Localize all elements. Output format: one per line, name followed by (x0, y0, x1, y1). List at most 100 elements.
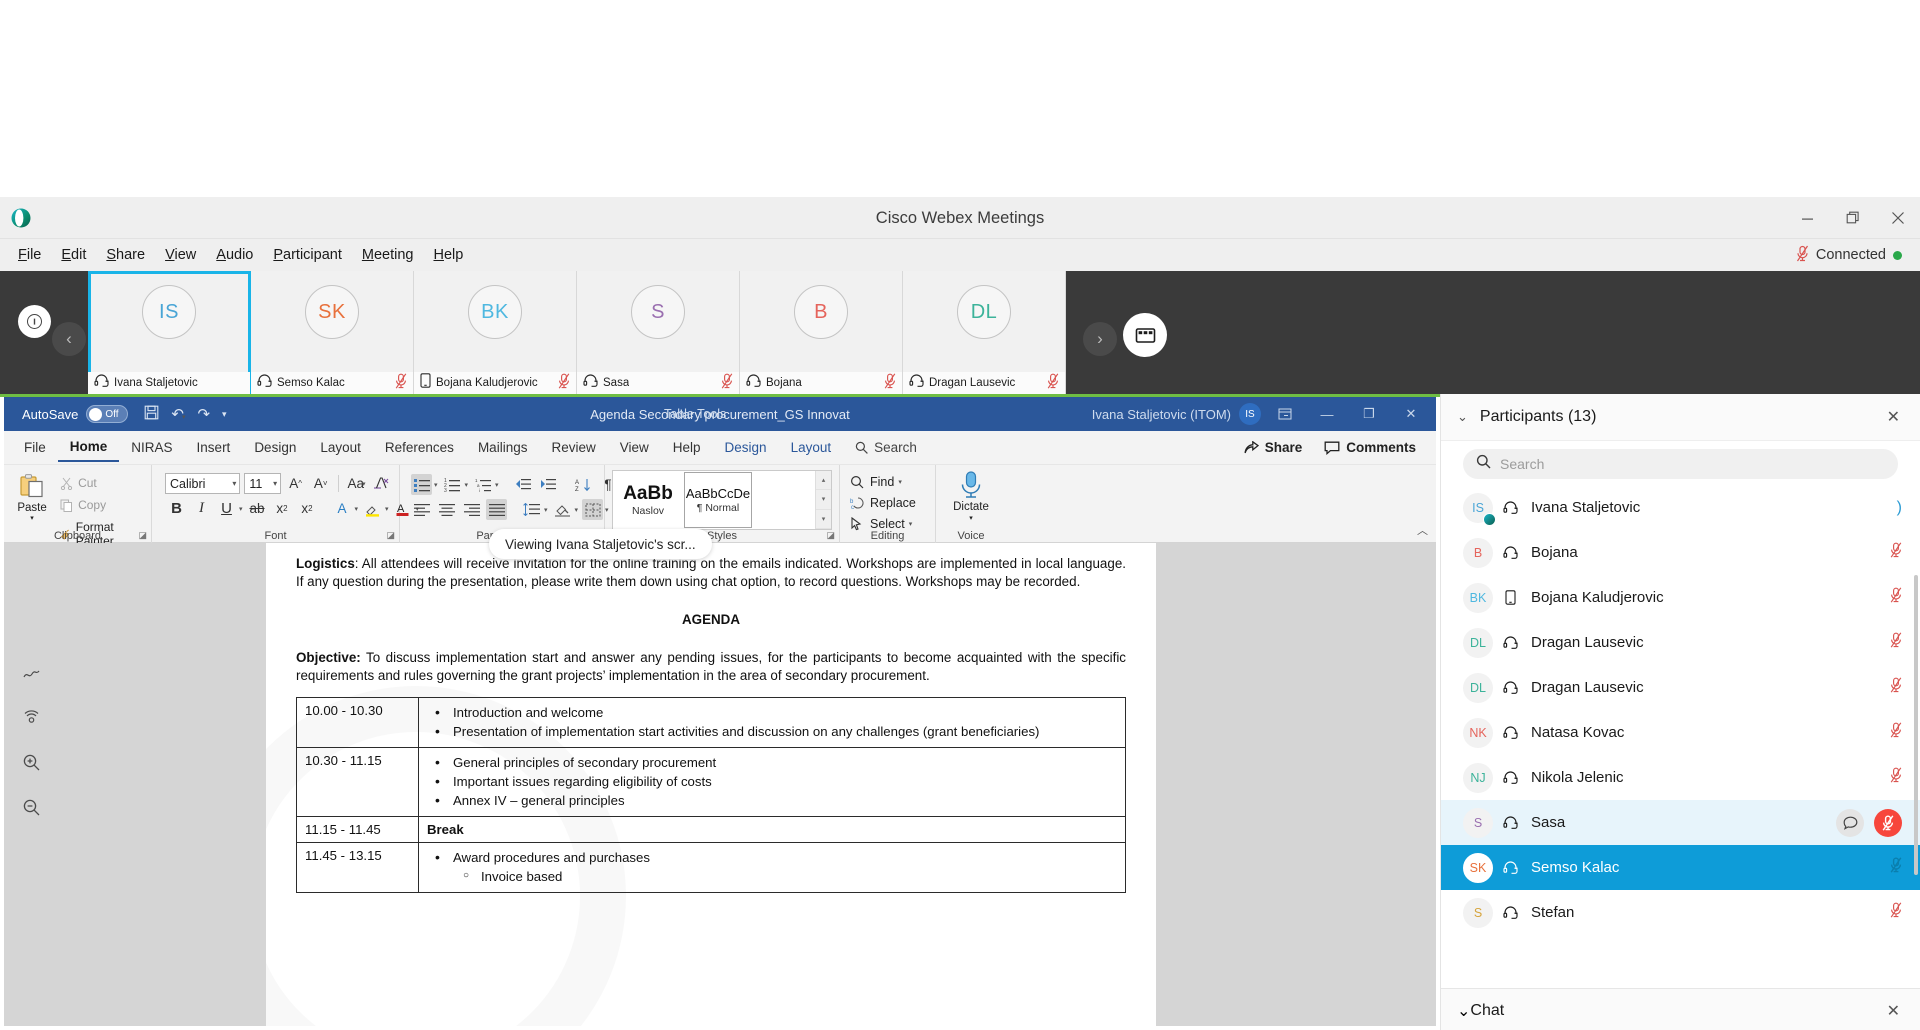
menu-share[interactable]: Share (96, 243, 155, 267)
word-tab-design[interactable]: Design (242, 434, 308, 461)
menu-meeting[interactable]: Meeting (352, 243, 424, 267)
align-center-icon[interactable] (436, 499, 457, 520)
participants-header[interactable]: ⌄ Participants (13) ✕ (1441, 394, 1920, 441)
word-tab-niras[interactable]: NIRAS (119, 434, 184, 461)
chat-chevron-down-icon[interactable]: ⌄ (1457, 1001, 1470, 1021)
filmstrip-thumb-sasa[interactable]: S Sasa (577, 271, 740, 394)
participant-row-bojana[interactable]: B Bojana (1441, 530, 1920, 575)
styles-dialog-launcher[interactable]: ◪ (826, 530, 835, 541)
word-context-tab-layout[interactable]: Layout (779, 434, 844, 461)
word-context-tab-design[interactable]: Design (713, 434, 779, 461)
bold-icon[interactable]: B (166, 498, 187, 519)
word-close-button[interactable]: ✕ (1390, 397, 1432, 431)
sharing-status-bubble[interactable]: Viewing Ivana Staljetovic's scr... (489, 529, 712, 559)
zoom-out-icon[interactable] (22, 798, 41, 822)
underline-dropdown-icon[interactable]: ▾ (239, 505, 243, 513)
participant-row-natasa-kovac[interactable]: NK Natasa Kovac (1441, 710, 1920, 755)
filmstrip-thumb-bojana[interactable]: B Bojana (740, 271, 903, 394)
participants-scrollbar[interactable] (1914, 575, 1918, 875)
autosave-toggle[interactable]: Off (86, 405, 129, 423)
dictate-button[interactable]: Dictate ▾ (943, 468, 999, 522)
filmstrip-thumb-semso-kalac[interactable]: SK Semso Kalac (251, 271, 414, 394)
participant-row-semso-kalac[interactable]: SK Semso Kalac (1441, 845, 1920, 890)
word-tab-view[interactable]: View (608, 434, 661, 461)
decrease-font-size-icon[interactable]: A ˅ (310, 473, 331, 494)
participant-row-stefan[interactable]: S Stefan (1441, 890, 1920, 935)
superscript-icon[interactable]: x2 (297, 498, 318, 519)
font-dialog-launcher[interactable]: ◪ (386, 530, 395, 541)
styles-more-icon[interactable]: ▾ (816, 509, 831, 529)
word-search-box[interactable]: Search (843, 434, 929, 461)
word-tab-references[interactable]: References (373, 434, 466, 461)
word-account-avatar[interactable]: IS (1239, 403, 1261, 425)
filmstrip-next-button[interactable]: › (1083, 322, 1117, 356)
styles-gallery[interactable]: AaBb Naslov AaBbCcDе ¶ Normal ▴ ▾ ▾ (612, 470, 832, 530)
menu-audio[interactable]: Audio (206, 243, 263, 267)
clipboard-dialog-launcher[interactable]: ◪ (138, 530, 147, 541)
change-case-icon[interactable]: Aa ▾ (346, 473, 367, 494)
cut-button[interactable]: Cut (57, 474, 144, 492)
maximize-restore-button[interactable] (1830, 197, 1875, 239)
word-tab-layout[interactable]: Layout (308, 434, 373, 461)
zoom-in-icon[interactable] (22, 753, 41, 777)
shading-icon[interactable] (552, 499, 573, 520)
save-icon[interactable] (144, 405, 159, 424)
style-tile-normal[interactable]: AaBbCcDе ¶ Normal (684, 472, 752, 528)
multilevel-list-icon[interactable]: 1ai (472, 474, 493, 495)
participants-search-box[interactable]: Search (1463, 449, 1898, 479)
filmstrip-prev-button[interactable]: ‹ (52, 322, 86, 356)
filmstrip-thumb-dragan-lausevic[interactable]: DL Dragan Lausevic (903, 271, 1066, 394)
ribbon-display-options-icon[interactable] (1264, 397, 1306, 431)
align-left-icon[interactable] (411, 499, 432, 520)
sort-icon[interactable]: AZ (573, 474, 594, 495)
menu-edit[interactable]: Edit (51, 243, 96, 267)
word-tab-home[interactable]: Home (57, 433, 120, 462)
strikethrough-icon[interactable]: ab (247, 498, 268, 519)
italic-icon[interactable]: I (191, 498, 212, 519)
mute-participant-icon[interactable] (1874, 808, 1902, 837)
menu-file[interactable]: File (8, 243, 51, 267)
subscript-icon[interactable]: x2 (272, 498, 293, 519)
chat-with-participant-icon[interactable] (1836, 808, 1864, 837)
bullets-icon[interactable] (411, 474, 432, 495)
comments-button[interactable]: Comments (1314, 435, 1426, 460)
participant-row-sasa[interactable]: S Sasa (1441, 800, 1920, 845)
agenda-table[interactable]: 10.00 - 10.30Introduction and welcomePre… (296, 696, 1126, 893)
ink-pen-icon[interactable] (22, 663, 41, 687)
share-button[interactable]: Share (1234, 435, 1313, 460)
close-chat-icon[interactable]: ✕ (1887, 1001, 1900, 1021)
filmstrip-thumb-ivana-staljetovic[interactable]: IS Ivana Staljetovic (88, 271, 251, 394)
qat-more-icon[interactable]: ▾ (222, 409, 227, 420)
meeting-info-icon[interactable] (18, 305, 51, 338)
word-tab-mailings[interactable]: Mailings (466, 434, 540, 461)
align-right-icon[interactable] (461, 499, 482, 520)
styles-gallery-scroll[interactable]: ▴ ▾ ▾ (815, 471, 831, 529)
word-tab-help[interactable]: Help (661, 434, 713, 461)
font-name-combobox[interactable]: Calibri ▾ (165, 473, 241, 494)
font-size-combobox[interactable]: 11 ▾ (244, 473, 282, 494)
participant-row-bojana-kaludjerovic[interactable]: BK Bojana Kaludjerovic (1441, 575, 1920, 620)
paste-button[interactable]: Paste ▾ (11, 470, 53, 522)
participants-list[interactable]: IS Ivana Staljetovic ) B Bojana BK Bojana… (1441, 485, 1920, 988)
numbering-icon[interactable]: 123 (442, 474, 463, 495)
find-button[interactable]: Find ▾ (847, 474, 928, 490)
increase-font-size-icon[interactable]: A ^ (285, 473, 306, 494)
word-tab-review[interactable]: Review (539, 434, 607, 461)
filmstrip-thumb-bojana-kaludjerovic[interactable]: BK Bojana Kaludjerovic (414, 271, 577, 394)
decrease-indent-icon[interactable] (513, 474, 534, 495)
borders-icon[interactable] (582, 499, 604, 520)
menu-help[interactable]: Help (423, 243, 473, 267)
style-tile-naslov[interactable]: AaBb Naslov (614, 472, 682, 528)
mic-muted-icon[interactable] (1890, 857, 1902, 878)
minimize-button[interactable] (1785, 197, 1830, 239)
chevron-down-icon[interactable]: ⌄ (1457, 409, 1468, 425)
participant-row-nikola-jelenic[interactable]: NJ Nikola Jelenic (1441, 755, 1920, 800)
menu-participant[interactable]: Participant (263, 243, 352, 267)
close-participants-icon[interactable]: ✕ (1887, 407, 1900, 427)
undo-icon[interactable]: ↶▾ (171, 405, 185, 423)
clear-formatting-icon[interactable] (371, 473, 392, 494)
close-button[interactable] (1875, 197, 1920, 239)
menu-view[interactable]: View (155, 243, 206, 267)
word-page[interactable]: Logistics: All attendees will receive in… (266, 543, 1156, 1026)
participant-row-dragan-lausevic[interactable]: DL Dragan Lausevic (1441, 620, 1920, 665)
